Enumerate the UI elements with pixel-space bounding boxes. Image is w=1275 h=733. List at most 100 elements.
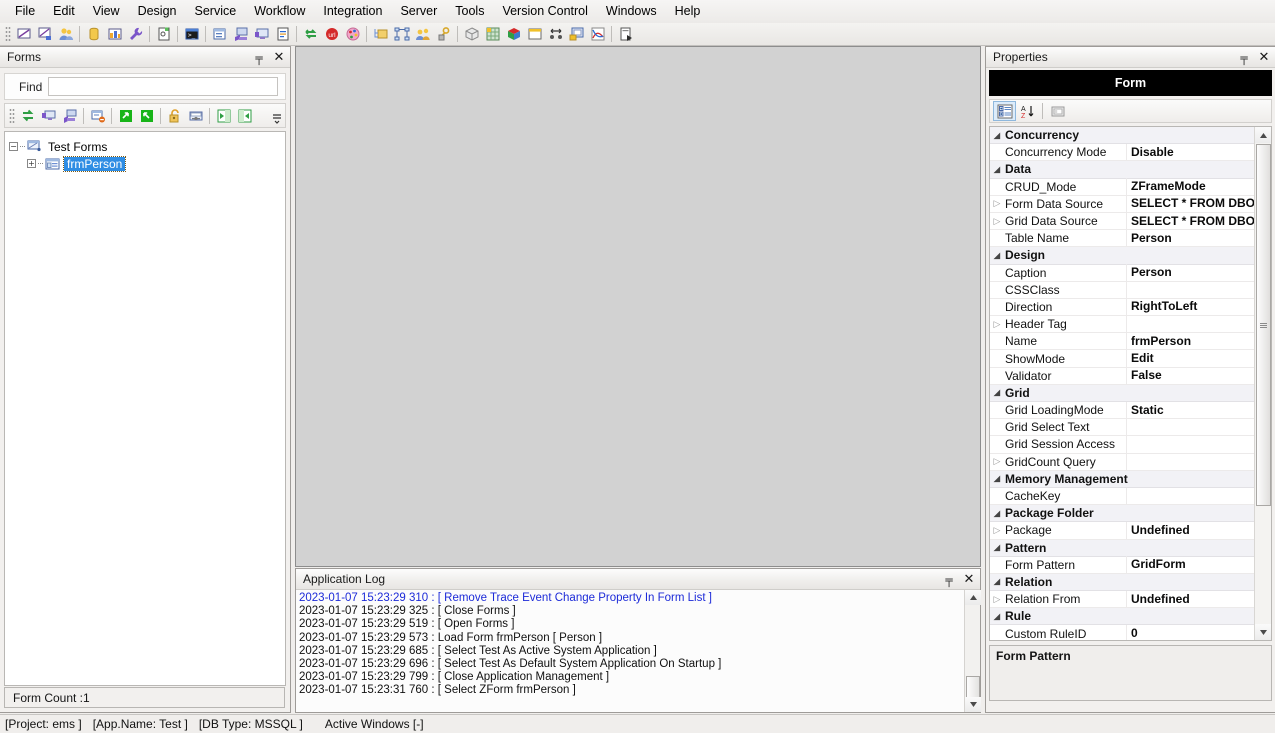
property-value[interactable] bbox=[1126, 315, 1254, 333]
property-category-row[interactable]: ◢ Design bbox=[990, 247, 1254, 265]
property-value[interactable]: Person bbox=[1126, 264, 1254, 282]
tree-label-frmperson[interactable]: frmPerson bbox=[62, 155, 127, 172]
run-debug-icon[interactable] bbox=[615, 24, 636, 44]
document-icon[interactable] bbox=[272, 24, 293, 44]
pin-icon[interactable]: ╤ bbox=[252, 51, 266, 65]
property-expand-icon[interactable]: ▷ bbox=[990, 594, 1004, 605]
deploy-icon[interactable] bbox=[230, 24, 251, 44]
pin-icon[interactable]: ╤ bbox=[942, 573, 956, 587]
property-row[interactable]: ▷Grid Data Source SELECT * FROM DBO.PE bbox=[990, 212, 1254, 231]
forms-tree[interactable]: − Test Forms + frmPerson bbox=[4, 131, 286, 686]
search-input[interactable] bbox=[48, 77, 278, 96]
toolbar-grip[interactable] bbox=[5, 26, 11, 42]
menu-item-edit[interactable]: Edit bbox=[44, 1, 84, 22]
property-row[interactable]: CSSClass bbox=[990, 281, 1254, 299]
property-value[interactable]: Edit bbox=[1126, 350, 1254, 368]
category-collapse-icon[interactable]: ◢ bbox=[990, 577, 1004, 586]
package-icon[interactable] bbox=[461, 24, 482, 44]
category-collapse-icon[interactable]: ◢ bbox=[990, 612, 1004, 621]
property-value[interactable]: RightToLeft bbox=[1126, 298, 1254, 316]
property-expand-icon[interactable]: ▷ bbox=[990, 216, 1004, 227]
category-collapse-icon[interactable]: ◢ bbox=[990, 543, 1004, 552]
property-value[interactable]: GridForm bbox=[1126, 556, 1254, 574]
property-expand-icon[interactable]: ▷ bbox=[990, 525, 1004, 536]
wrench-icon[interactable] bbox=[125, 24, 146, 44]
tree-row[interactable]: + frmPerson bbox=[9, 155, 281, 172]
script-icon[interactable] bbox=[153, 24, 174, 44]
grid-color-icon[interactable] bbox=[482, 24, 503, 44]
property-category-row[interactable]: ◢ Grid bbox=[990, 384, 1254, 402]
menu-item-windows[interactable]: Windows bbox=[597, 1, 666, 22]
scroll-down-icon[interactable] bbox=[1255, 624, 1271, 640]
export-green-icon[interactable] bbox=[115, 106, 136, 126]
property-value[interactable]: ZFrameMode bbox=[1126, 178, 1254, 196]
category-collapse-icon[interactable]: ◢ bbox=[990, 165, 1004, 174]
property-value[interactable] bbox=[1126, 435, 1254, 453]
property-row[interactable]: Grid Session Access bbox=[990, 435, 1254, 454]
property-value[interactable]: False bbox=[1126, 367, 1254, 385]
property-category-row[interactable]: ◢ Package Folder bbox=[990, 505, 1254, 523]
categorized-icon[interactable] bbox=[993, 101, 1016, 121]
menu-item-help[interactable]: Help bbox=[666, 1, 710, 22]
property-row[interactable]: ▷ GridCount Query bbox=[990, 453, 1254, 471]
property-row[interactable]: Custom RuleID 0 bbox=[990, 625, 1254, 640]
close-icon[interactable]: ✕ bbox=[962, 573, 976, 587]
close-icon[interactable]: ✕ bbox=[1257, 51, 1271, 65]
property-category-row[interactable]: ◢ Pattern bbox=[990, 539, 1254, 557]
property-row[interactable]: ▷ Package Undefined bbox=[990, 521, 1254, 540]
unlock-icon[interactable] bbox=[164, 106, 185, 126]
log-scroll-thumb[interactable] bbox=[966, 676, 980, 698]
property-category-row[interactable]: ◢ Rule bbox=[990, 608, 1254, 626]
property-value[interactable]: 0 bbox=[1126, 625, 1254, 640]
report-icon[interactable] bbox=[104, 24, 125, 44]
property-expand-icon[interactable]: ▷ bbox=[990, 456, 1004, 467]
property-value[interactable] bbox=[1126, 453, 1254, 471]
property-row[interactable]: Concurrency Mode Disable bbox=[990, 143, 1254, 162]
category-collapse-icon[interactable]: ◢ bbox=[990, 251, 1004, 260]
properties-scrollbar[interactable] bbox=[1254, 127, 1271, 640]
close-icon[interactable]: ✕ bbox=[272, 51, 286, 65]
menu-item-workflow[interactable]: Workflow bbox=[245, 1, 314, 22]
properties-scroll-thumb[interactable] bbox=[1256, 144, 1271, 506]
refresh-icon[interactable] bbox=[17, 106, 38, 126]
cube-icon[interactable] bbox=[503, 24, 524, 44]
log-body[interactable]: 2023-01-07 15:23:29 310 : [ Remove Trace… bbox=[296, 590, 980, 712]
form-window-icon[interactable] bbox=[209, 24, 230, 44]
property-value[interactable]: Disable bbox=[1126, 143, 1254, 161]
property-row[interactable]: CRUD_Mode ZFrameMode bbox=[990, 178, 1254, 196]
alphabetical-sort-icon[interactable]: AZ bbox=[1016, 101, 1039, 121]
property-value[interactable] bbox=[1126, 487, 1254, 505]
property-category-row[interactable]: ◢ Data bbox=[990, 161, 1254, 179]
console-icon[interactable]: >_ bbox=[181, 24, 202, 44]
property-expand-icon[interactable]: ▷ bbox=[990, 319, 1004, 330]
property-row[interactable]: ▷ Relation From Undefined bbox=[990, 590, 1254, 609]
category-collapse-icon[interactable]: ◢ bbox=[990, 509, 1004, 518]
tree-row[interactable]: − Test Forms bbox=[9, 138, 281, 155]
hierarchy-icon[interactable] bbox=[391, 24, 412, 44]
import-green-icon[interactable] bbox=[136, 106, 157, 126]
users-icon[interactable] bbox=[55, 24, 76, 44]
collapse-left-icon[interactable] bbox=[213, 106, 234, 126]
property-value[interactable]: Person bbox=[1126, 229, 1254, 247]
property-value[interactable]: SELECT * FROM DBO.PE bbox=[1126, 212, 1254, 230]
toolbar-overflow-icon[interactable] bbox=[270, 107, 283, 126]
property-row[interactable]: Validator False bbox=[990, 367, 1254, 385]
menu-item-service[interactable]: Service bbox=[186, 1, 246, 22]
property-row[interactable]: Direction RightToLeft bbox=[990, 298, 1254, 317]
menu-item-file[interactable]: File bbox=[6, 1, 44, 22]
category-collapse-icon[interactable]: ◢ bbox=[990, 388, 1004, 397]
property-value[interactable] bbox=[1126, 418, 1254, 436]
property-value[interactable]: frmPerson bbox=[1126, 332, 1254, 350]
properties-grid[interactable]: ◢ Concurrency Concurrency Mode Disable ◢ Data… bbox=[990, 127, 1254, 640]
expand-right-icon[interactable] bbox=[234, 106, 255, 126]
property-category-row[interactable]: ◢ Relation bbox=[990, 573, 1254, 592]
monitor-sync-icon[interactable] bbox=[38, 106, 59, 126]
window-icon[interactable] bbox=[524, 24, 545, 44]
tree-expander-expand[interactable]: + bbox=[27, 159, 36, 168]
property-expand-icon[interactable]: ▷ bbox=[990, 198, 1004, 209]
scroll-up-icon[interactable] bbox=[965, 590, 981, 605]
category-collapse-icon[interactable]: ◢ bbox=[990, 474, 1004, 483]
scroll-up-icon[interactable] bbox=[1255, 127, 1271, 143]
design-canvas[interactable] bbox=[295, 46, 981, 567]
property-category-row[interactable]: ◢ Concurrency bbox=[990, 127, 1254, 145]
